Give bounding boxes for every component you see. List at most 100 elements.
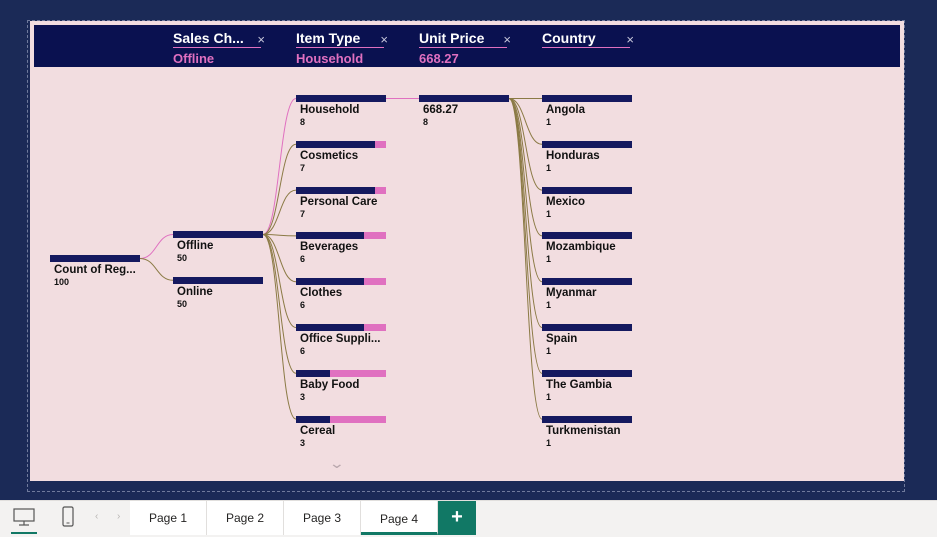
- node-bar-fill: [542, 369, 632, 377]
- mobile-view-button[interactable]: [55, 504, 81, 532]
- node-bar: [173, 231, 263, 238]
- node-label: Baby Food: [300, 378, 360, 391]
- page-tab-3[interactable]: Page 3: [284, 501, 361, 535]
- node-count: 6: [300, 346, 306, 356]
- node-count: 1: [546, 254, 552, 265]
- tree-link: [262, 234, 297, 328]
- node-count: 8: [423, 117, 429, 127]
- page-tab-bar: ‹ › Page 1 Page 2 Page 3 Page 4 +: [0, 500, 937, 537]
- node-label: Myanmar: [546, 287, 597, 300]
- node-bar: [542, 186, 632, 194]
- node-label: Office Suppli...: [300, 333, 381, 345]
- node-label: Mozambique: [546, 241, 616, 254]
- node-bar: [173, 276, 263, 284]
- tree-node-item-type[interactable]: Cereal 3: [296, 415, 386, 456]
- node-bar-fill: [296, 415, 330, 423]
- page-tab-4[interactable]: Page 4: [361, 501, 438, 535]
- node-bar: [296, 415, 386, 423]
- tree-node-country[interactable]: Mexico 1: [542, 186, 632, 227]
- node-bar-fill: [296, 278, 364, 286]
- tree-node-item-type[interactable]: Office Suppli... 6: [296, 324, 386, 364]
- tree-node-unit-price[interactable]: 668.27 8: [419, 95, 509, 135]
- node-bar: [296, 369, 386, 377]
- node-bar: [542, 278, 632, 286]
- tree-node-country[interactable]: The Gambia 1: [542, 369, 632, 410]
- node-bar-fill: [542, 415, 632, 423]
- add-page-button[interactable]: +: [438, 501, 476, 535]
- node-bar: [50, 255, 140, 262]
- tree-link: [262, 189, 297, 235]
- tree-node-sales-channel[interactable]: Online 50: [173, 276, 263, 317]
- node-label: 668.27: [423, 104, 459, 116]
- previous-page-arrow[interactable]: ‹: [95, 511, 98, 522]
- node-label: Turkmenistan: [546, 424, 621, 437]
- node-count: 1: [546, 346, 552, 356]
- tree-link: [262, 143, 297, 235]
- tree-node-country[interactable]: Mozambique 1: [542, 232, 632, 272]
- node-label: Offline: [177, 240, 214, 252]
- node-count: 1: [546, 208, 552, 219]
- tree-link: [139, 258, 174, 281]
- node-bar-fill: [296, 324, 364, 331]
- node-label: Beverages: [300, 241, 359, 254]
- tree-node-item-type[interactable]: Personal Care 7: [296, 186, 386, 227]
- tree-node-country[interactable]: Spain 1: [542, 324, 632, 364]
- node-bar-fill: [542, 186, 632, 194]
- node-bar-fill: [542, 232, 632, 240]
- tree-node-country[interactable]: Angola 1: [542, 95, 632, 135]
- tree-node-sales-channel[interactable]: Offline 50: [173, 231, 263, 271]
- tree-node-country[interactable]: Honduras 1: [542, 140, 632, 181]
- tree-node-item-type[interactable]: Beverages 6: [296, 232, 386, 272]
- node-count: 8: [300, 117, 306, 127]
- node-bar-fill: [296, 232, 364, 240]
- tree-node-root[interactable]: Count of Reg... 100: [50, 255, 140, 295]
- node-count: 7: [300, 208, 306, 219]
- tree-link: [262, 234, 297, 420]
- node-label: Angola: [546, 104, 585, 116]
- node-bar-fill: [296, 95, 386, 102]
- node-bar-fill: [296, 140, 375, 148]
- tree-link: [508, 98, 543, 191]
- node-bar: [419, 95, 509, 102]
- tree-node-country[interactable]: Myanmar 1: [542, 278, 632, 318]
- tree-node-country[interactable]: Turkmenistan 1: [542, 415, 632, 456]
- chevron-down-icon[interactable]: ⌄: [329, 455, 345, 472]
- tree-link: [508, 98, 543, 328]
- node-bar: [542, 140, 632, 148]
- node-bar: [542, 95, 632, 102]
- node-bar-fill: [542, 140, 632, 148]
- tree-node-item-type[interactable]: Baby Food 3: [296, 369, 386, 410]
- page-tab-1[interactable]: Page 1: [130, 501, 207, 535]
- node-bar-fill: [173, 231, 263, 238]
- node-count: 3: [300, 391, 306, 402]
- node-count: 3: [300, 437, 306, 448]
- node-count: 50: [177, 253, 188, 263]
- next-page-arrow[interactable]: ›: [117, 511, 120, 522]
- node-bar: [542, 369, 632, 377]
- node-bar: [542, 324, 632, 331]
- node-label: Clothes: [300, 287, 343, 300]
- node-bar: [296, 186, 386, 194]
- node-bar-fill: [296, 186, 375, 194]
- node-label: Cereal: [300, 424, 336, 437]
- tree-link: [262, 234, 297, 374]
- decomposition-tree-visual[interactable]: Sales Ch... × Offline Item Type × Household Un…: [30, 21, 904, 481]
- report-canvas: Sales Ch... × Offline Item Type × Household Un…: [0, 0, 937, 500]
- node-bar: [296, 278, 386, 286]
- node-label: Mexico: [546, 195, 585, 208]
- node-bar: [542, 232, 632, 240]
- node-bar-fill: [542, 324, 632, 331]
- node-bar-fill: [542, 278, 632, 286]
- tree-node-item-type[interactable]: Cosmetics 7: [296, 140, 386, 181]
- node-label: Personal Care: [300, 195, 378, 208]
- desktop-view-button[interactable]: [11, 504, 37, 534]
- tree-node-item-type[interactable]: Clothes 6: [296, 278, 386, 318]
- node-bar: [542, 415, 632, 423]
- node-count: 6: [300, 254, 306, 265]
- node-label: Online: [177, 285, 213, 298]
- tree-node-item-type[interactable]: Household 8: [296, 95, 386, 135]
- node-bar: [296, 95, 386, 102]
- page-tab-2[interactable]: Page 2: [207, 501, 284, 535]
- node-bar: [296, 232, 386, 240]
- desktop-icon: [13, 508, 35, 526]
